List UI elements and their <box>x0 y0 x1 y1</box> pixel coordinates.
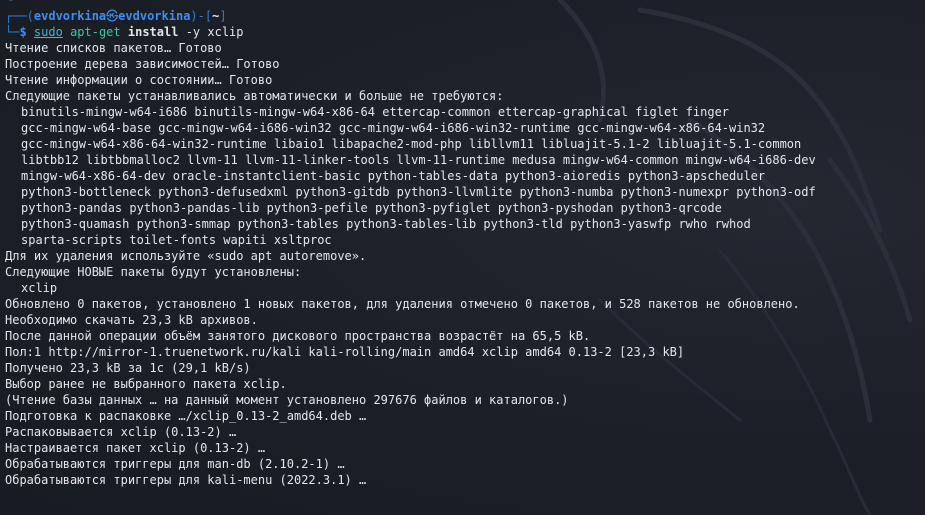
output-line: Необходимо скачать 23,3 kB архивов. <box>5 313 258 327</box>
package-list-line: python3-quamash python3-smmap python3-ta… <box>21 217 751 231</box>
command-sudo: sudo <box>33 25 63 39</box>
prompt-dollar: $ <box>19 25 27 39</box>
package-list-line: python3-bottleneck python3-defusedxml py… <box>21 185 816 199</box>
terminal-window[interactable]: ╰ ┌──(evdvorkina㉿evdvorkina)-[~] └─$ sud… <box>0 0 925 515</box>
prompt-frame-mid: )-[ <box>190 9 213 23</box>
output-line: Обрабатываются триггеры для kali-menu (2… <box>5 473 367 487</box>
output-line: Построение дерева зависимостей… Готово <box>5 57 280 71</box>
prompt-frame-icon: ╰ <box>5 0 13 7</box>
output-line: Выбор ранее не выбранного пакета xclip. <box>5 377 287 391</box>
command-subcommand: install <box>127 25 179 39</box>
command-program: apt-get <box>70 25 121 39</box>
output-line: Распаковывается xclip (0.13-2) … <box>5 425 237 439</box>
kali-skull-icon: ㉿ <box>106 9 119 23</box>
output-line: Следующие пакеты устанавливались автомат… <box>5 89 504 103</box>
prompt-user: evdvorkina <box>33 9 107 23</box>
output-line: Обновлено 0 пакетов, установлено 1 новых… <box>5 297 800 311</box>
prompt-header: ┌──(evdvorkina㉿evdvorkina)-[~] <box>5 8 920 24</box>
package-list-line: python3-pandas python3-pandas-lib python… <box>21 201 722 215</box>
output-line: Чтение списков пакетов… Готово <box>5 41 222 55</box>
command-package: xclip <box>207 25 244 39</box>
previous-prompt-tail: ╰ <box>5 0 920 8</box>
output-line: Подготовка к распаковке …/xclip_0.13-2_a… <box>5 409 367 423</box>
output-line: (Чтение базы данных … на данный момент у… <box>5 393 569 407</box>
output-line: Для их удаления используйте «sudo apt au… <box>5 249 367 263</box>
output-line: Пол:1 http://mirror-1.truenetwork.ru/kal… <box>5 345 685 359</box>
output-line: Обрабатываются триггеры для man-db (2.10… <box>5 457 345 471</box>
package-list-line: libtbb12 libtbbmalloc2 llvm-11 llvm-11-l… <box>21 153 816 167</box>
package-list-line: gcc-mingw-w64-base gcc-mingw-w64-i686-wi… <box>21 121 766 135</box>
command-line[interactable]: └─$ sudo apt-get install -y xclip <box>5 24 920 40</box>
command-option: -y <box>185 25 201 39</box>
package-list-line: gcc-mingw-w64-x86-64-win32-runtime libai… <box>21 137 802 151</box>
prompt-frame-top: ┌──( <box>5 9 34 23</box>
output-line: Чтение информации о состоянии… Готово <box>5 73 273 87</box>
package-list-line: mingw-w64-x86-64-dev oracle-instantclien… <box>21 169 766 183</box>
output-line: После данной операции объём занятого дис… <box>5 329 591 343</box>
prompt-frame-bottom: └─ <box>5 25 20 39</box>
prompt-host: evdvorkina <box>118 9 191 23</box>
prompt-frame-close: ] <box>219 9 227 23</box>
new-package-line: xclip <box>21 281 58 295</box>
output-line: Получено 23,3 kB за 1с (29,1 kB/s) <box>5 361 251 375</box>
package-list-line: binutils-mingw-w64-i686 binutils-mingw-w… <box>21 105 730 119</box>
package-list-line: sparta-scripts toilet-fonts wapiti xsltp… <box>21 233 332 247</box>
terminal-output: ╰ ┌──(evdvorkina㉿evdvorkina)-[~] └─$ sud… <box>5 0 920 488</box>
output-line: Следующие НОВЫЕ пакеты будут установлены… <box>5 265 302 279</box>
output-line: Настраивается пакет xclip (0.13-2) … <box>5 441 266 455</box>
